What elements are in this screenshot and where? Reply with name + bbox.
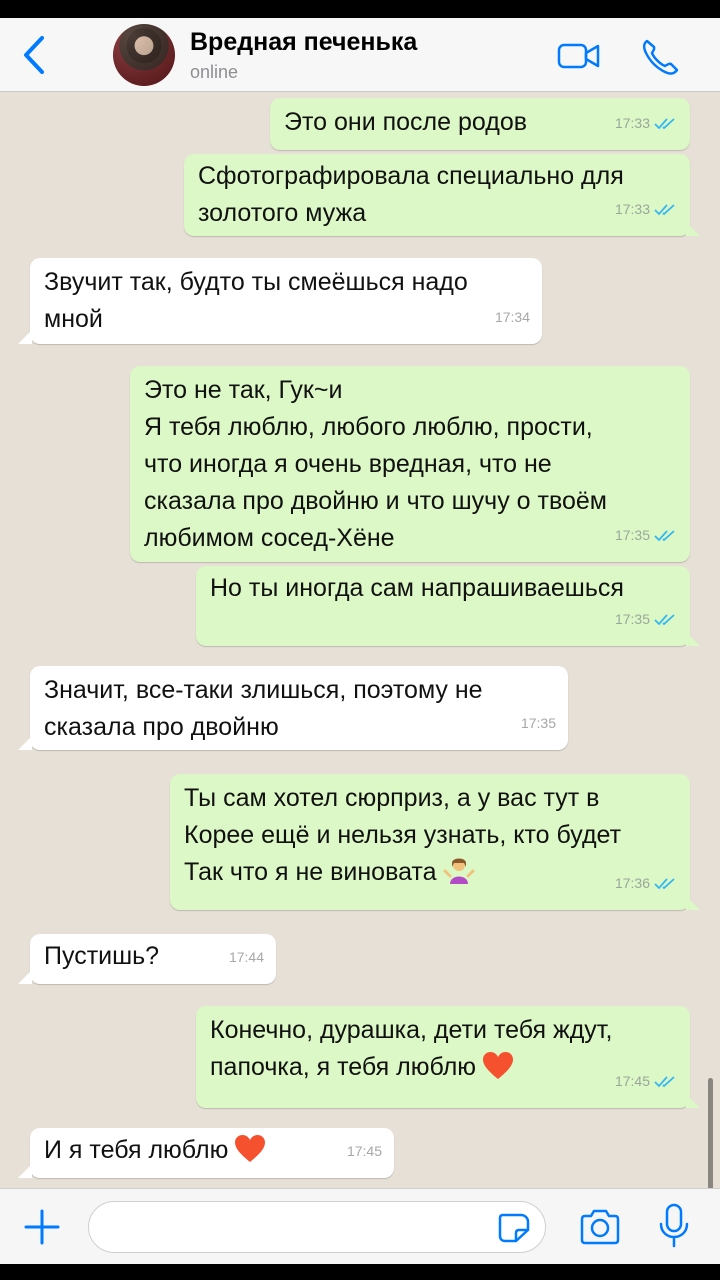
message-bubble-outgoing[interactable]: Но ты иногда сам напрашиваешься 17:35 — [196, 566, 700, 646]
message-bubble-outgoing[interactable]: Это не так, Гук~и Я тебя люблю, любого л… — [130, 366, 690, 562]
person-shrugging-icon — [443, 858, 475, 884]
bubble-tail — [686, 896, 700, 910]
message-time: 17:36 — [614, 875, 650, 891]
bubble-tail — [18, 970, 32, 984]
message-text: Сфотографировала специально для золотого… — [198, 162, 624, 227]
message-text: Пустишь? — [44, 942, 160, 970]
message-time: 17:33 — [614, 115, 650, 131]
message-meta: 17:45 — [347, 1133, 382, 1170]
message-text: И я тебя люблю — [44, 1132, 376, 1169]
contact-status: online — [190, 62, 239, 82]
message-text-content: И я тебя люблю — [44, 1136, 229, 1164]
message-text-content: Ты сам хотел сюрприз, а у вас тут в Коре… — [184, 784, 622, 886]
message-time: 17:34 — [494, 309, 530, 325]
status-bar — [0, 0, 720, 18]
message-text: Звучит так, будто ты смеёшься надо мной — [44, 268, 468, 333]
message-bubble-outgoing[interactable]: Ты сам хотел сюрприз, а у вас тут в Коре… — [170, 774, 700, 910]
bubble-tail — [18, 1164, 32, 1178]
message-time: 17:35 — [614, 611, 650, 627]
message-text: Ты сам хотел сюрприз, а у вас тут в Коре… — [184, 780, 672, 891]
double-check-icon — [654, 1075, 675, 1087]
message-input-container[interactable] — [88, 1201, 546, 1253]
avatar[interactable] — [113, 24, 175, 86]
message-meta: 17:44 — [229, 939, 264, 976]
message-meta: 17:45 — [615, 1063, 678, 1100]
home-indicator-area — [0, 1264, 720, 1280]
double-check-icon — [654, 877, 675, 889]
message-bubble-outgoing[interactable]: Это они после родов 17:33 — [270, 98, 690, 150]
message-time: 17:33 — [614, 201, 650, 217]
message-time: 17:45 — [614, 1073, 650, 1089]
message-time: 17:44 — [228, 949, 264, 965]
sticker-icon[interactable] — [497, 1212, 531, 1244]
message-time: 17:35 — [520, 715, 556, 731]
message-bubble-incoming[interactable]: Значит, все-таки злишься, поэтому не ска… — [18, 666, 568, 750]
message-meta: 17:33 — [615, 105, 678, 142]
message-composer — [0, 1188, 720, 1264]
message-time: 17:45 — [346, 1143, 382, 1159]
chat-header: Вредная печенька online — [0, 18, 720, 92]
message-meta: 17:35 — [521, 705, 556, 742]
bubble-tail — [18, 330, 32, 344]
bubble-tail — [18, 736, 32, 750]
phone-icon[interactable] — [638, 36, 684, 76]
message-list[interactable]: Это они после родов 17:33 Сфотографирова… — [0, 92, 720, 1188]
message-bubble-outgoing[interactable]: Сфотографировала специально для золотого… — [184, 154, 700, 236]
scrollbar[interactable] — [708, 1078, 713, 1188]
message-input[interactable] — [105, 1212, 485, 1244]
video-camera-icon[interactable] — [556, 36, 602, 76]
message-bubble-incoming[interactable]: Пустишь? 17:44 — [18, 934, 276, 984]
message-meta: 17:33 — [615, 191, 678, 228]
bubble-tail — [686, 222, 700, 236]
message-meta: 17:35 — [615, 601, 678, 638]
plus-icon[interactable] — [22, 1207, 62, 1247]
message-meta: 17:36 — [615, 865, 678, 902]
camera-icon[interactable] — [578, 1207, 622, 1247]
message-bubble-outgoing[interactable]: Конечно, дурашка, дети тебя ждут, папочк… — [196, 1006, 700, 1108]
message-text-content: Конечно, дурашка, дети тебя ждут, папочк… — [210, 1016, 613, 1081]
message-text: Конечно, дурашка, дети тебя ждут, папочк… — [210, 1012, 672, 1086]
message-text: Но ты иногда сам напрашиваешься — [210, 574, 624, 602]
contact-name[interactable]: Вредная печенька — [190, 28, 417, 57]
message-bubble-incoming[interactable]: Звучит так, будто ты смеёшься надо мной … — [18, 258, 542, 344]
red-heart-icon — [483, 1052, 514, 1079]
microphone-icon[interactable] — [656, 1203, 692, 1249]
double-check-icon — [654, 529, 675, 541]
bubble-tail — [686, 632, 700, 646]
message-text: Значит, все-таки злишься, поэтому не ска… — [44, 676, 483, 741]
message-meta: 17:34 — [495, 299, 530, 336]
message-meta: 17:35 — [615, 517, 678, 554]
message-bubble-incoming[interactable]: И я тебя люблю 17:45 — [18, 1128, 394, 1178]
double-check-icon — [654, 613, 675, 625]
bubble-tail — [686, 1094, 700, 1108]
double-check-icon — [654, 117, 675, 129]
message-text: Это не так, Гук~и Я тебя люблю, любого л… — [144, 376, 607, 552]
message-time: 17:35 — [614, 527, 650, 543]
message-text: Это они после родов — [284, 108, 528, 136]
double-check-icon — [654, 203, 675, 215]
chevron-left-icon[interactable] — [18, 32, 52, 78]
red-heart-icon — [235, 1135, 266, 1162]
